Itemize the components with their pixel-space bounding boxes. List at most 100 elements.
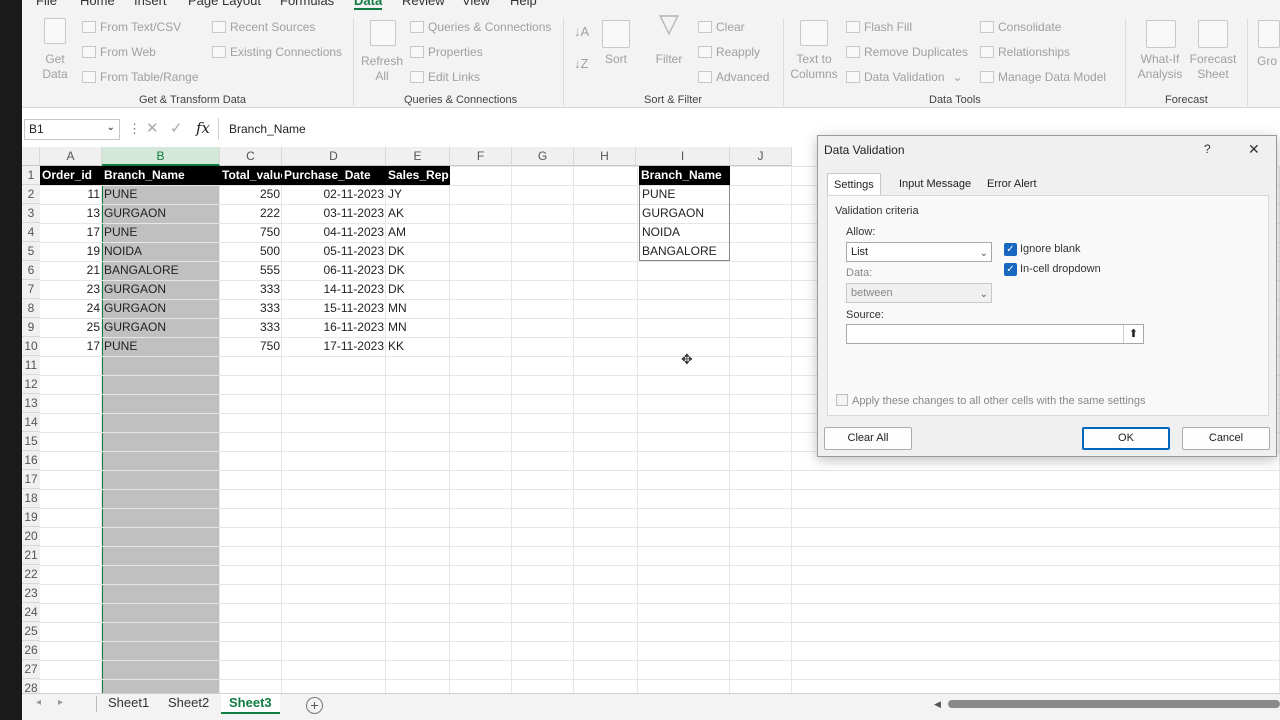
table-cell[interactable]: 24: [40, 299, 102, 318]
close-icon[interactable]: ✕: [1248, 141, 1260, 158]
row-header[interactable]: 21: [22, 546, 40, 565]
menu-page-layout[interactable]: Page Layout: [188, 0, 261, 8]
table-cell[interactable]: GURGAON: [102, 204, 220, 223]
column-header-I[interactable]: I: [636, 147, 730, 166]
row-header[interactable]: 13: [22, 394, 40, 413]
menu-file[interactable]: File: [36, 0, 57, 8]
row-header[interactable]: 17: [22, 470, 40, 489]
in-cell-dropdown-checkbox[interactable]: ✓: [1004, 263, 1017, 276]
table-cell[interactable]: 14-11-2023: [282, 280, 386, 299]
table-cell[interactable]: 250: [220, 185, 282, 204]
table-cell[interactable]: KK: [386, 337, 450, 356]
column-header-B[interactable]: B: [102, 147, 220, 166]
table-cell[interactable]: 17: [40, 337, 102, 356]
row-header[interactable]: 22: [22, 565, 40, 584]
row-header[interactable]: 27: [22, 660, 40, 679]
row-header[interactable]: 4: [22, 223, 40, 242]
row-header[interactable]: 16: [22, 451, 40, 470]
sort-az-icon[interactable]: ↓A: [574, 24, 589, 39]
tab-error-alert[interactable]: Error Alert: [981, 173, 1043, 195]
text-to-columns-button[interactable]: Text to Columns: [788, 52, 840, 82]
table-cell[interactable]: 25: [40, 318, 102, 337]
table-cell[interactable]: 15-11-2023: [282, 299, 386, 318]
table-cell[interactable]: JY: [386, 185, 450, 204]
table-cell[interactable]: 750: [220, 223, 282, 242]
get-data-button[interactable]: Get Data: [36, 52, 74, 82]
table-cell[interactable]: GURGAON: [102, 280, 220, 299]
table-cell[interactable]: BANGALORE: [102, 261, 220, 280]
row-header[interactable]: 12: [22, 375, 40, 394]
table-cell[interactable]: 23: [40, 280, 102, 299]
row-header[interactable]: 2: [22, 185, 40, 204]
apply-all-checkbox[interactable]: [836, 394, 848, 406]
row-header[interactable]: 18: [22, 489, 40, 508]
horizontal-scrollbar[interactable]: [948, 700, 1280, 708]
sort-za-icon[interactable]: ↓Z: [574, 56, 588, 71]
flash-fill-button[interactable]: Flash Fill: [846, 20, 912, 34]
table-cell[interactable]: 750: [220, 337, 282, 356]
branch-list-item[interactable]: BANGALORE: [639, 242, 730, 261]
row-header[interactable]: 9: [22, 318, 40, 337]
formula-input[interactable]: Branch_Name: [229, 122, 306, 136]
table-cell[interactable]: 222: [220, 204, 282, 223]
tab-input-message[interactable]: Input Message: [893, 173, 977, 195]
column-header-C[interactable]: C: [220, 147, 282, 166]
allow-select[interactable]: List ⌄: [846, 242, 992, 262]
add-sheet-icon[interactable]: +: [306, 697, 323, 714]
menu-home[interactable]: Home: [80, 0, 115, 8]
table-cell[interactable]: 333: [220, 280, 282, 299]
cancel-button[interactable]: Cancel: [1182, 427, 1270, 450]
select-all-corner[interactable]: [22, 147, 40, 166]
table-cell[interactable]: 16-11-2023: [282, 318, 386, 337]
menu-insert[interactable]: Insert: [134, 0, 167, 8]
remove-duplicates-button[interactable]: Remove Duplicates: [846, 45, 968, 59]
row-header[interactable]: 28: [22, 679, 40, 693]
collapse-dialog-icon[interactable]: ⬆: [1123, 325, 1143, 343]
table-cell[interactable]: 03-11-2023: [282, 204, 386, 223]
consolidate-button[interactable]: Consolidate: [980, 20, 1061, 34]
what-if-button[interactable]: What-If Analysis: [1134, 52, 1186, 82]
table-cell[interactable]: 21: [40, 261, 102, 280]
table-cell[interactable]: 17-11-2023: [282, 337, 386, 356]
queries-connections-button[interactable]: Queries & Connections: [410, 20, 551, 34]
more-icon[interactable]: ⋮: [128, 121, 141, 137]
scroll-left-icon[interactable]: ◀: [934, 699, 941, 710]
column-header-F[interactable]: F: [450, 147, 512, 166]
row-header[interactable]: 8: [22, 299, 40, 318]
next-sheet-icon[interactable]: ▸: [58, 697, 63, 708]
advanced-button[interactable]: Advanced: [698, 70, 769, 84]
table-cell[interactable]: 19: [40, 242, 102, 261]
properties-button[interactable]: Properties: [410, 45, 483, 59]
filter-button[interactable]: Filter: [650, 52, 688, 67]
table-cell[interactable]: AK: [386, 204, 450, 223]
relationships-button[interactable]: Relationships: [980, 45, 1070, 59]
from-web-button[interactable]: From Web: [82, 45, 156, 59]
from-table-button[interactable]: From Table/Range: [82, 70, 199, 84]
reapply-button[interactable]: Reapply: [698, 45, 760, 59]
data-select[interactable]: between ⌄: [846, 283, 992, 303]
table-cell[interactable]: 500: [220, 242, 282, 261]
table-cell[interactable]: 06-11-2023: [282, 261, 386, 280]
ok-button[interactable]: OK: [1082, 427, 1170, 450]
table-cell[interactable]: 05-11-2023: [282, 242, 386, 261]
menu-formulas[interactable]: Formulas: [280, 0, 334, 8]
menu-data[interactable]: Data: [354, 0, 383, 10]
table-cell[interactable]: PUNE: [102, 337, 220, 356]
row-header[interactable]: 26: [22, 641, 40, 660]
sort-button[interactable]: Sort: [600, 52, 632, 67]
row-header[interactable]: 23: [22, 584, 40, 603]
row-header[interactable]: 7: [22, 280, 40, 299]
recent-sources-button[interactable]: Recent Sources: [212, 20, 315, 34]
table-cell[interactable]: DK: [386, 280, 450, 299]
tab-sheet2[interactable]: Sheet2: [160, 694, 217, 714]
menu-review[interactable]: Review: [402, 0, 445, 8]
table-cell[interactable]: MN: [386, 299, 450, 318]
table-cell[interactable]: DK: [386, 242, 450, 261]
refresh-all-button[interactable]: Refresh All: [356, 54, 408, 84]
menu-help[interactable]: Help: [510, 0, 537, 8]
column-header-D[interactable]: D: [282, 147, 386, 166]
row-header[interactable]: 11: [22, 356, 40, 375]
tab-settings[interactable]: Settings: [827, 173, 881, 195]
row-header[interactable]: 5: [22, 242, 40, 261]
table-cell[interactable]: PUNE: [102, 223, 220, 242]
